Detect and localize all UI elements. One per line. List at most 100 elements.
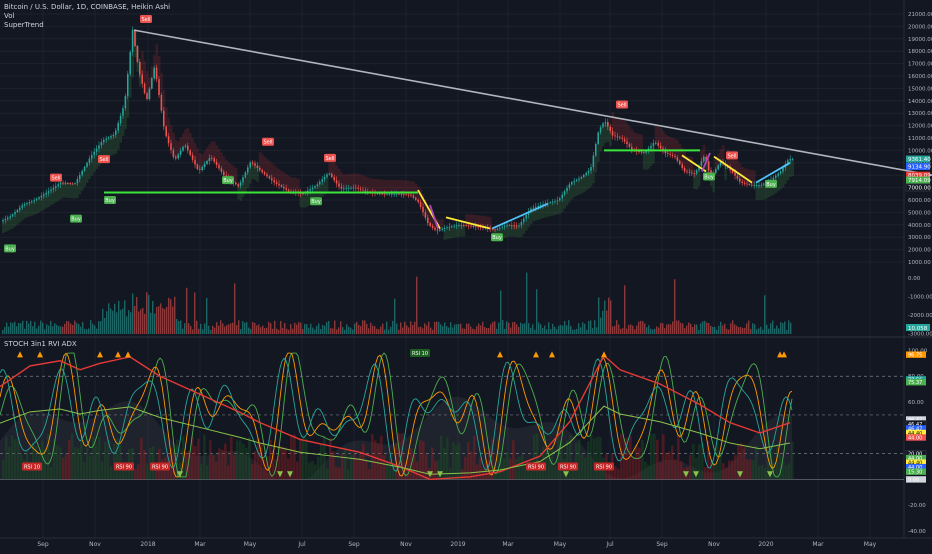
price-tick-label: 3000.00 bbox=[908, 235, 931, 241]
oscillator-histogram bbox=[299, 439, 302, 480]
supertrend-band bbox=[570, 184, 574, 200]
volume-bar bbox=[264, 328, 266, 334]
volume-bar bbox=[122, 308, 124, 334]
candle-body bbox=[439, 229, 441, 231]
candle-body bbox=[302, 193, 304, 195]
candle-body bbox=[640, 151, 643, 153]
volume-bar bbox=[682, 323, 684, 334]
oscillator-histogram bbox=[320, 444, 323, 480]
candle-body bbox=[45, 192, 47, 195]
oscillator-histogram bbox=[203, 434, 206, 480]
volume-bar bbox=[326, 322, 328, 334]
volume-bar bbox=[338, 327, 340, 334]
volume-bar bbox=[42, 322, 44, 334]
volume-bar bbox=[354, 323, 356, 334]
candle-body bbox=[655, 143, 657, 144]
candle-body bbox=[55, 186, 57, 188]
indicator-supertrend-label[interactable]: SuperTrend bbox=[4, 21, 170, 30]
candle-body bbox=[391, 193, 393, 195]
candle-body bbox=[686, 171, 688, 173]
volume-bar bbox=[436, 321, 438, 334]
candle-body bbox=[76, 179, 79, 184]
candle-body bbox=[652, 143, 655, 146]
candle-body bbox=[415, 197, 417, 200]
oscillator-histogram bbox=[578, 439, 581, 480]
oscillator-histogram bbox=[296, 461, 299, 480]
volume-bar bbox=[272, 328, 274, 334]
volume-bar bbox=[578, 323, 580, 334]
candle-body bbox=[436, 229, 439, 231]
candle-body bbox=[69, 183, 71, 185]
oscillator-histogram bbox=[293, 434, 296, 480]
sell-signal-text: Sell bbox=[325, 156, 334, 162]
oscillator-histogram bbox=[344, 447, 347, 480]
oscillator-histogram bbox=[74, 447, 77, 480]
oscillator-histogram bbox=[356, 458, 359, 480]
volume-bar bbox=[372, 325, 374, 334]
volume-bar bbox=[104, 317, 106, 334]
supertrend-band bbox=[263, 156, 266, 173]
candle-body bbox=[419, 202, 422, 207]
volume-bar bbox=[50, 320, 52, 334]
candle-body bbox=[208, 158, 211, 162]
volume-bar bbox=[772, 320, 774, 334]
candle-body bbox=[285, 188, 287, 190]
oscillator-histogram bbox=[584, 457, 587, 480]
candle-body bbox=[407, 194, 410, 196]
volume-bar bbox=[678, 320, 680, 334]
volume-bar bbox=[600, 317, 602, 334]
volume-bar bbox=[710, 325, 712, 334]
symbol-title[interactable]: Bitcoin / U.S. Dollar, 1D, COINBASE, Hei… bbox=[4, 3, 170, 12]
oscillator-histogram bbox=[509, 458, 512, 480]
candle-body bbox=[223, 171, 225, 176]
oscillator-title[interactable]: STOCH 3in1 RVI ADX bbox=[4, 340, 77, 349]
volume-bar bbox=[474, 329, 476, 334]
volume-bar bbox=[526, 272, 528, 334]
candle-body bbox=[460, 224, 463, 226]
candle-body bbox=[657, 143, 659, 146]
candle-body bbox=[513, 225, 515, 227]
candle-body bbox=[47, 191, 50, 193]
volume-bar bbox=[82, 322, 84, 334]
volume-tick-label: 0.00 bbox=[908, 276, 921, 282]
volume-bar bbox=[10, 322, 12, 334]
candle-body bbox=[446, 227, 448, 229]
tradingview-chart[interactable]: Buy Sell Buy Buy Sell Sell Buy Sell Buy Sell Buy Se… bbox=[0, 0, 932, 550]
time-tick-label: Sep bbox=[348, 541, 360, 548]
volume-bar bbox=[498, 322, 500, 334]
supertrend-band bbox=[258, 151, 262, 168]
volume-bar bbox=[424, 323, 426, 334]
volume-bar bbox=[266, 327, 268, 334]
volume-bar bbox=[184, 323, 186, 334]
rsi-badge-text: RSI 10 bbox=[412, 351, 428, 357]
supertrend-band bbox=[218, 148, 221, 166]
oscillator-histogram bbox=[308, 462, 311, 480]
volume-bar bbox=[762, 329, 764, 334]
volume-bar bbox=[422, 328, 424, 334]
volume-bar bbox=[442, 326, 444, 334]
volume-bar bbox=[70, 323, 72, 334]
volume-bar bbox=[48, 325, 50, 334]
supertrend-band bbox=[174, 140, 178, 157]
volume-tick-label: -2000.00 bbox=[908, 313, 932, 319]
candle-body bbox=[201, 167, 203, 170]
volume-bar bbox=[614, 325, 616, 334]
oscillator-histogram bbox=[521, 454, 524, 480]
candle-body bbox=[261, 170, 263, 173]
candle-body bbox=[43, 194, 45, 196]
volume-bar bbox=[510, 327, 512, 334]
volume-bar bbox=[78, 324, 80, 334]
legend-top: Bitcoin / U.S. Dollar, 1D, COINBASE, Hei… bbox=[4, 3, 170, 30]
oscillator-histogram bbox=[347, 469, 350, 480]
oscillator-value-text: 96.75 bbox=[908, 353, 922, 359]
volume-bar bbox=[204, 323, 206, 334]
volume-bar bbox=[108, 303, 110, 334]
volume-bar bbox=[342, 327, 344, 334]
volume-bar bbox=[274, 320, 276, 334]
indicator-vol-label[interactable]: Vol bbox=[4, 12, 170, 21]
volume-bar bbox=[574, 329, 576, 334]
chart-canvas[interactable]: Buy Sell Buy Buy Sell Sell Buy Sell Buy Sell Buy Se… bbox=[0, 0, 932, 550]
volume-bar bbox=[138, 311, 140, 334]
candle-body bbox=[619, 137, 621, 139]
candle-body bbox=[23, 204, 26, 206]
